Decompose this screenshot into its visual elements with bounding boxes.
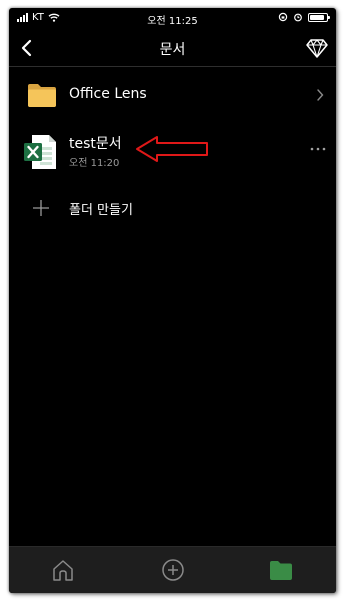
file-modified-time: 오전 11:20 — [69, 158, 120, 169]
create-folder-label: 폴더 만들기 — [69, 203, 133, 218]
orientation-lock-icon — [278, 12, 288, 22]
tab-files[interactable] — [267, 556, 295, 584]
phone-screen: KT 오전 11:25 문서 Office Lens test문서 오전 11:… — [9, 8, 336, 593]
battery-level — [310, 14, 324, 20]
alarm-icon — [294, 13, 302, 22]
folder-item-office-lens[interactable]: Office Lens — [9, 76, 336, 114]
page-title: 문서 — [159, 42, 186, 58]
battery-icon — [308, 12, 330, 22]
excel-icon — [24, 135, 56, 169]
home-icon — [53, 560, 73, 581]
tab-create[interactable] — [159, 556, 187, 584]
premium-button[interactable] — [304, 35, 330, 61]
plus-circle-icon — [162, 559, 184, 581]
navigation-bar: 문서 — [9, 30, 336, 66]
file-name: test문서 — [69, 136, 122, 152]
folder-icon — [28, 84, 56, 107]
more-horizontal-icon — [310, 147, 326, 151]
plus-icon — [33, 200, 49, 216]
annotation-arrow-icon — [136, 136, 208, 162]
diamond-icon — [306, 39, 328, 58]
header-divider — [9, 66, 336, 67]
chevron-right-icon — [317, 89, 324, 101]
status-bar: KT 오전 11:25 — [9, 8, 336, 30]
tab-bar — [9, 546, 336, 593]
folder-name: Office Lens — [69, 86, 147, 102]
folder-filled-icon — [270, 561, 292, 580]
status-right — [278, 12, 330, 22]
create-folder-button[interactable]: 폴더 만들기 — [9, 193, 336, 223]
file-more-button[interactable] — [308, 141, 328, 157]
tab-home[interactable] — [49, 556, 77, 584]
